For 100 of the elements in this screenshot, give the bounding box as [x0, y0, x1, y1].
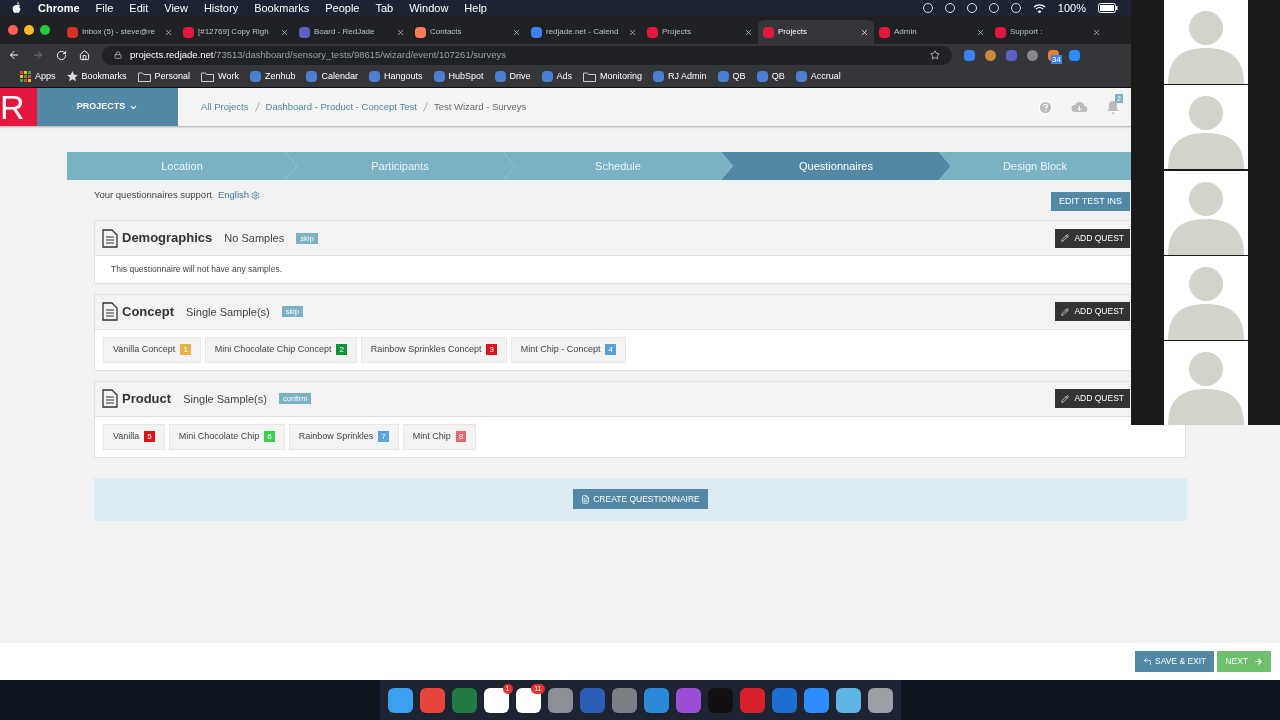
sample-number: 7	[378, 431, 389, 443]
menu-item[interactable]: History	[203, 0, 239, 17]
app-icon[interactable]	[547, 687, 573, 713]
sample-chip[interactable]: Mini Chocolate Chip 6	[168, 423, 285, 450]
app-icon[interactable]	[867, 687, 893, 713]
close-tab-icon[interactable]	[628, 27, 637, 37]
browser-tab[interactable]: Support :	[990, 20, 1106, 44]
bookmark[interactable]: Hangouts	[368, 69, 423, 84]
app-icon[interactable]	[675, 687, 701, 713]
tab-title: Contacts	[430, 26, 463, 38]
bookmark[interactable]: QB	[717, 69, 746, 84]
close-window-icon[interactable]	[8, 25, 18, 35]
close-tab-icon[interactable]	[976, 27, 985, 37]
star-icon[interactable]	[930, 50, 940, 60]
sample-chip[interactable]: Mini Chocolate Chip Concept 2	[204, 336, 357, 363]
wizard-step[interactable]: Questionnaires	[721, 152, 951, 180]
sample-chip[interactable]: Rainbow Sprinkles Concept 3	[360, 336, 507, 363]
logo[interactable]: R	[0, 88, 37, 126]
breadcrumb-link[interactable]: Dashboard - Product - Concept Test	[265, 99, 417, 115]
create-questionnaire-button[interactable]: CREATE QUESTIONNAIRE	[573, 489, 708, 510]
breadcrumb-separator-icon	[422, 102, 428, 112]
bookmark[interactable]: Accrual	[795, 69, 841, 84]
site-icon	[756, 71, 768, 82]
sample-chip[interactable]: Vanilla Concept 1	[103, 336, 201, 363]
bookmark[interactable]: Zenhub	[249, 69, 296, 84]
minimize-window-icon[interactable]	[24, 25, 34, 35]
bookmark[interactable]: Bookmarks	[66, 69, 127, 84]
sample-chip[interactable]: Mint Chip - Concept 4	[510, 336, 626, 363]
back-icon[interactable]	[8, 49, 20, 61]
person-silhouette-icon	[1163, 170, 1248, 255]
browser-tab[interactable]: Admin	[874, 20, 990, 44]
bookmark[interactable]: Personal	[137, 69, 191, 84]
maximize-window-icon[interactable]	[40, 25, 50, 35]
bookmark[interactable]: Apps	[20, 69, 56, 84]
app-icon[interactable]	[611, 687, 637, 713]
bookmark[interactable]: RJ Admin	[653, 69, 707, 84]
battery-icon[interactable]	[1098, 3, 1118, 13]
breadcrumb-link[interactable]: All Projects	[201, 99, 249, 115]
add-question-button[interactable]: ADD QUEST	[1055, 228, 1130, 248]
app-icon[interactable]	[451, 687, 477, 713]
close-tab-icon[interactable]	[744, 27, 753, 37]
language-link[interactable]: English	[217, 188, 261, 203]
menu-item[interactable]: People	[325, 0, 360, 17]
bookmark[interactable]: Work	[201, 69, 239, 84]
app-icon[interactable]	[739, 687, 765, 713]
sample-chip[interactable]: Mint Chip 8	[402, 423, 477, 450]
home-icon[interactable]	[79, 49, 90, 61]
edit-button[interactable]: EDIT TEST INS	[1050, 192, 1130, 211]
menu-item[interactable]: Bookmarks	[254, 0, 310, 17]
add-question-button[interactable]: ADD QUEST	[1055, 389, 1130, 409]
close-tab-icon[interactable]	[280, 27, 289, 37]
app-menu[interactable]: Chrome	[38, 0, 80, 17]
close-tab-icon[interactable]	[396, 27, 405, 37]
address-field[interactable]: projects.redjade.net/73513/dashboard/sensory_tests/98615/wizard/event/107261/surveys	[102, 45, 952, 65]
extension-icon[interactable]	[1027, 49, 1038, 61]
menu-item[interactable]: View	[164, 0, 188, 17]
browser-tab[interactable]: redjade.net - Calend	[526, 20, 642, 44]
close-tab-icon[interactable]	[164, 27, 173, 37]
empty-message: This questionnaire will not have any samples.	[110, 263, 283, 276]
browser-tab[interactable]: Projects	[642, 20, 758, 44]
add-question-button[interactable]: ADD QUEST	[1055, 302, 1130, 322]
bookmark[interactable]: Ads	[541, 69, 573, 84]
bookmark[interactable]: Drive	[494, 69, 531, 84]
browser-tab[interactable]: [#12769] Copy Righ	[178, 20, 294, 44]
breadcrumb-current: Test Wizard - Surveys	[433, 99, 527, 114]
app-icon[interactable]	[771, 687, 797, 713]
document-icon	[102, 389, 118, 409]
reload-icon[interactable]	[56, 49, 67, 61]
app-icon[interactable]	[387, 687, 413, 713]
browser-tab[interactable]: Contacts	[410, 20, 526, 44]
sample-chip[interactable]: Rainbow Sprinkles 7	[288, 423, 399, 450]
bookmark[interactable]: Calendar	[306, 69, 358, 84]
extension-icon[interactable]	[1069, 49, 1080, 61]
browser-tab[interactable]: Board - RedJade	[294, 20, 410, 44]
extension-icon[interactable]	[985, 49, 996, 61]
wifi-icon[interactable]	[1032, 3, 1046, 13]
bookmark[interactable]: HubSpot	[433, 69, 484, 84]
app-icon[interactable]	[419, 687, 445, 713]
save-exit-button[interactable]: SAVE & EXIT	[1135, 651, 1215, 672]
bookmark[interactable]: QB	[756, 69, 785, 84]
tab-title: Support :	[1010, 26, 1044, 38]
site-icon	[306, 71, 318, 82]
browser-tab[interactable]: Projects	[758, 20, 874, 44]
menu-item[interactable]: Window	[409, 0, 449, 17]
app-icon[interactable]	[803, 687, 829, 713]
menu-item[interactable]: Edit	[129, 0, 149, 17]
close-tab-icon[interactable]	[1092, 27, 1101, 37]
app-icon[interactable]	[643, 687, 669, 713]
app-icon[interactable]	[835, 687, 861, 713]
close-tab-icon[interactable]	[860, 27, 869, 37]
sample-chip[interactable]: Vanilla 5	[103, 423, 165, 450]
language-note: Your questionnaires support	[94, 188, 212, 202]
pencil-icon	[1061, 394, 1070, 403]
menu-item[interactable]: File	[95, 0, 114, 17]
menu-item[interactable]: Help	[464, 0, 487, 17]
menu-item[interactable]: Tab	[375, 0, 394, 17]
close-tab-icon[interactable]	[512, 27, 521, 37]
bookmark[interactable]: Monitoring	[583, 69, 643, 84]
browser-tab[interactable]: Inbox (5) - steve@re	[62, 20, 178, 44]
projects-menu[interactable]: PROJECTS	[37, 88, 178, 126]
